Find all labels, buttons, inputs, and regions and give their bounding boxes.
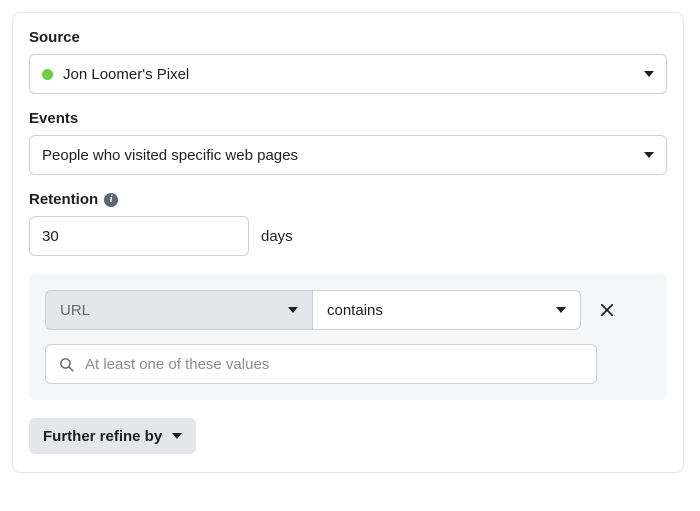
caret-down-icon	[288, 307, 298, 313]
source-label: Source	[29, 29, 667, 46]
refine-row: Further refine by	[29, 418, 667, 454]
status-dot-icon	[42, 69, 53, 80]
retention-unit: days	[261, 228, 293, 245]
remove-rule-button[interactable]	[595, 298, 619, 322]
value-input[interactable]	[85, 356, 584, 373]
operator-dropdown[interactable]: contains	[313, 290, 581, 330]
url-field-value: URL	[60, 302, 90, 319]
events-value: People who visited specific web pages	[42, 147, 298, 164]
source-dropdown[interactable]: Jon Loomer's Pixel	[29, 54, 667, 94]
caret-down-icon	[172, 433, 182, 439]
search-icon	[58, 356, 75, 373]
source-value: Jon Loomer's Pixel	[63, 66, 189, 83]
audience-panel: Source Jon Loomer's Pixel Events People …	[12, 12, 684, 473]
value-input-wrap[interactable]	[45, 344, 597, 384]
events-dropdown[interactable]: People who visited specific web pages	[29, 135, 667, 175]
operator-value: contains	[327, 302, 383, 319]
url-rule-box: URL contains	[29, 274, 667, 400]
further-refine-button[interactable]: Further refine by	[29, 418, 196, 454]
events-field: Events People who visited specific web p…	[29, 110, 667, 175]
caret-down-icon	[644, 152, 654, 158]
retention-input[interactable]	[29, 216, 249, 256]
retention-label: Retention i	[29, 191, 667, 208]
caret-down-icon	[644, 71, 654, 77]
retention-field: Retention i days	[29, 191, 667, 256]
events-label: Events	[29, 110, 667, 127]
url-field-dropdown[interactable]: URL	[45, 290, 313, 330]
close-icon	[598, 301, 616, 319]
source-field: Source Jon Loomer's Pixel	[29, 29, 667, 94]
caret-down-icon	[556, 307, 566, 313]
info-icon[interactable]: i	[104, 193, 118, 207]
